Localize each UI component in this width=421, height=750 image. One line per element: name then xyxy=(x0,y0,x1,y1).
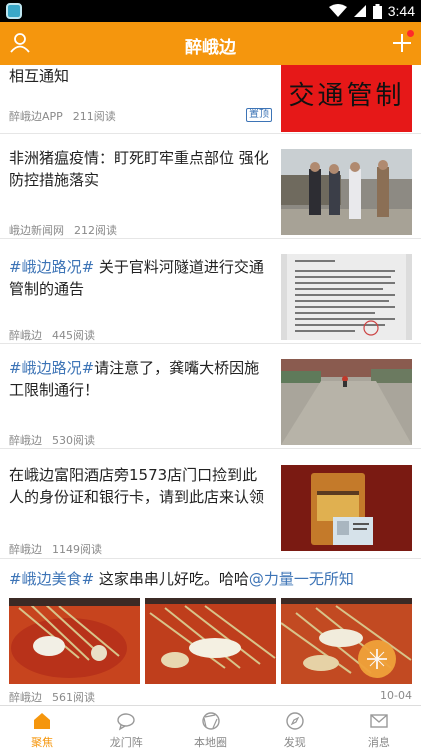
item-thumbnail: 交通管制 xyxy=(281,65,412,132)
item-reads: 212阅读 xyxy=(74,224,117,237)
item-reads: 445阅读 xyxy=(52,329,95,342)
item-date: 10-04 xyxy=(380,689,412,702)
compass-icon xyxy=(286,712,304,730)
item-source: 峨边新闻网 xyxy=(9,224,64,237)
item-thumbnail xyxy=(281,465,412,551)
aperture-icon xyxy=(201,712,220,730)
topic-tag[interactable]: #峨边路况# xyxy=(9,359,94,377)
topic-tag[interactable]: #峨边美食# xyxy=(9,570,94,588)
page-title: 醉峨边 xyxy=(185,38,236,58)
item-title: 非洲猪瘟疫情：盯死盯牢重点部位 强化防控措施落实 xyxy=(9,149,269,189)
floating-action-button[interactable] xyxy=(358,640,396,678)
item-title: #峨边美食# 这家串串儿好吃。哈哈@力量一无所知 xyxy=(9,568,414,590)
item-meta: 醉峨边 561阅读 xyxy=(9,689,95,705)
tab-label: 本地圈 xyxy=(194,736,227,749)
item-reads: 211阅读 xyxy=(72,110,116,123)
battery-icon xyxy=(372,3,382,19)
item-image[interactable] xyxy=(145,598,276,684)
pinned-badge: 置顶 xyxy=(246,108,272,122)
item-title: 相互通知 xyxy=(9,67,70,85)
item-reads: 1149阅读 xyxy=(52,543,102,556)
item-title: #峨边路况# 关于官料河隧道进行交通管制的通告 xyxy=(9,256,271,300)
tab-local[interactable]: 本地圈 xyxy=(168,706,252,750)
notification-dot xyxy=(407,30,414,37)
item-meta: 醉峨边APP 211阅读 xyxy=(9,108,116,124)
tab-label: 发现 xyxy=(283,736,306,749)
feed-item[interactable]: #峨边路况#请注意了，龚嘴大桥因施工限制通行！ 醉峨边 530阅读 xyxy=(0,344,421,449)
user-mention[interactable]: @力量一无所知 xyxy=(249,570,354,588)
item-thumbnail xyxy=(281,359,412,445)
signal-icon xyxy=(353,4,367,18)
chat-icon xyxy=(117,713,135,731)
item-source: 醉峨边 xyxy=(9,329,42,342)
feed-item[interactable]: 非洲猪瘟疫情：盯死盯牢重点部位 强化防控措施落实 峨边新闻网 212阅读 xyxy=(0,134,421,239)
topic-tag[interactable]: #峨边路况# xyxy=(9,258,94,276)
item-source: 醉峨边 xyxy=(9,691,42,704)
feed-item[interactable]: #峨边路况# 关于官料河隧道进行交通管制的通告 醉峨边 445阅读 xyxy=(0,239,421,344)
item-title-text: 这家串串儿好吃。哈哈 xyxy=(94,570,249,588)
app-notification-icon xyxy=(6,3,22,19)
sparkle-icon xyxy=(367,649,387,669)
bottom-navigation: 聚焦 龙门阵 本地圈 发现 消息 xyxy=(0,705,421,750)
tab-messages[interactable]: 消息 xyxy=(337,706,421,750)
item-title: 在峨边富阳酒店旁1573店门口捡到此人的身份证和银行卡，请到此店来认领 xyxy=(9,466,265,506)
tab-home[interactable]: 聚焦 xyxy=(0,706,84,750)
item-meta: 醉峨边 530阅读 xyxy=(9,432,95,448)
item-source: 醉峨边APP xyxy=(9,110,63,123)
tab-label: 龙门阵 xyxy=(109,736,143,749)
wifi-icon xyxy=(328,4,347,18)
mail-icon xyxy=(370,714,388,728)
tab-label: 消息 xyxy=(367,736,390,749)
item-source: 醉峨边 xyxy=(9,543,42,556)
app-header: 醉峨边 xyxy=(0,22,421,65)
home-icon xyxy=(34,713,51,729)
item-thumbnail xyxy=(281,149,412,235)
news-feed[interactable]: 相互通知 醉峨边APP 211阅读 置顶 交通管制 非洲猪瘟疫情：盯死盯牢重点部位… xyxy=(0,65,421,705)
status-bar: 3:44 xyxy=(0,0,421,22)
tab-chat[interactable]: 龙门阵 xyxy=(84,706,168,750)
item-reads: 530阅读 xyxy=(52,434,95,447)
item-image[interactable] xyxy=(9,598,140,684)
status-time: 3:44 xyxy=(387,3,415,19)
item-meta: 峨边新闻网 212阅读 xyxy=(9,222,117,238)
feed-item[interactable]: 在峨边富阳酒店旁1573店门口捡到此人的身份证和银行卡，请到此店来认领 醉峨边 1… xyxy=(0,449,421,559)
item-image[interactable] xyxy=(281,598,412,684)
item-reads: 561阅读 xyxy=(52,691,95,704)
item-thumbnail xyxy=(281,254,412,340)
feed-item[interactable]: 相互通知 醉峨边APP 211阅读 置顶 交通管制 xyxy=(0,65,421,134)
thumbnail-text: 交通管制 xyxy=(288,81,405,111)
item-image-grid xyxy=(9,598,413,684)
item-source: 醉峨边 xyxy=(9,434,42,447)
item-meta: 醉峨边 445阅读 xyxy=(9,327,95,343)
item-title: #峨边路况#请注意了，龚嘴大桥因施工限制通行！ xyxy=(9,357,271,401)
tab-label: 聚焦 xyxy=(31,736,54,749)
item-meta: 醉峨边 1149阅读 xyxy=(9,541,102,557)
tab-discover[interactable]: 发现 xyxy=(253,706,337,750)
feed-item[interactable]: #峨边美食# 这家串串儿好吃。哈哈@力量一无所知 醉峨边 561阅读 10-04 xyxy=(0,559,421,705)
